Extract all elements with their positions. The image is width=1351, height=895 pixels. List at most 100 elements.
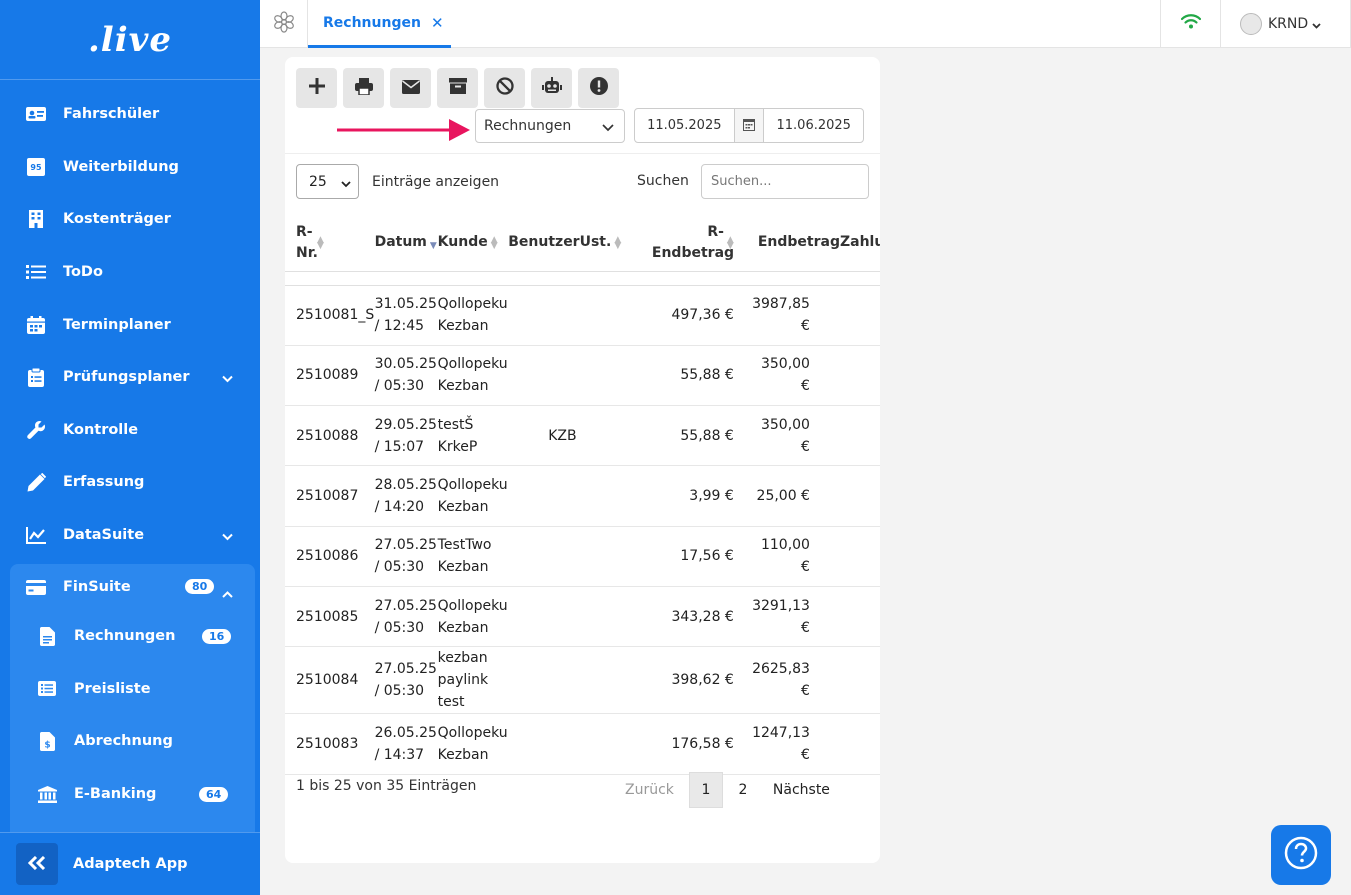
sidebar-item-weiterbildung[interactable]: 95 Weiterbildung	[0, 141, 260, 194]
sidebar-nav: Fahrschüler 95 Weiterbildung Kostenträge…	[0, 88, 260, 561]
add-button[interactable]	[296, 68, 337, 108]
table-row[interactable]: 2510081_S 31.05.25 / 12:45 Qollopeku Kez…	[285, 285, 880, 346]
table-row[interactable]: 2510085 27.05.25 / 05:30 Qollopeku Kezba…	[285, 586, 880, 648]
ban-icon	[495, 77, 514, 99]
column-header-r-nr[interactable]: R-Nr. ▲ ▼	[285, 215, 375, 271]
clipboard-icon	[26, 367, 46, 387]
date-from-field[interactable]: 11.05.2025	[635, 109, 734, 142]
logo[interactable]: .live	[0, 0, 260, 80]
page-size-control: 25 Einträge anzeigen	[296, 164, 499, 199]
home-tab[interactable]	[260, 0, 308, 47]
archive-icon	[448, 78, 467, 98]
calendar-button[interactable]	[733, 109, 765, 142]
table-info: 1 bis 25 von 35 Einträgen	[296, 778, 477, 794]
next-page-button[interactable]: Nächste	[773, 782, 830, 798]
annotation-arrow	[337, 117, 473, 145]
chevron-down-icon[interactable]	[222, 368, 233, 387]
column-header-kunde[interactable]: Kunde ▲ ▼	[438, 215, 509, 271]
collapse-sidebar-button[interactable]	[16, 843, 58, 885]
table-row[interactable]: 2510086 27.05.25 / 05:30 TestTwo Kezban …	[285, 526, 880, 587]
page-1-button[interactable]: 1	[688, 772, 723, 808]
column-header-endbetrag[interactable]: Endbetrag	[748, 215, 840, 271]
sidebar-item-pruefungsplaner[interactable]: Prüfungsplaner	[0, 351, 260, 404]
sidebar-item-kontrolle[interactable]: Kontrolle	[0, 404, 260, 457]
sort-icon: ▲ ▼	[490, 234, 498, 251]
table-row[interactable]: 2510089 30.05.25 / 05:30 Qollopeku Kezba…	[285, 345, 880, 407]
sidebar-item-e-banking[interactable]: E-Banking 64	[10, 768, 255, 821]
invoice-table: R-Nr. ▲ ▼ Datum ▼ Kunde ▲ ▼ Benutzer Ust. ▲ ▼ R…	[285, 215, 880, 775]
list-alt-icon	[37, 679, 57, 699]
automation-button[interactable]	[531, 68, 572, 108]
plus-icon	[308, 78, 325, 98]
close-tab-icon[interactable]: ✕	[431, 14, 444, 32]
pagination: Zurück 1 2 Nächste	[625, 772, 830, 808]
archive-button[interactable]	[437, 68, 478, 108]
badge-95-icon: 95	[26, 157, 46, 177]
print-icon	[354, 77, 373, 99]
sidebar-item-preisliste[interactable]: Preisliste	[10, 663, 255, 716]
file-dollar-icon: $	[37, 731, 57, 751]
date-range-picker: 11.05.2025 11.06.2025	[634, 108, 864, 143]
column-header-r-endbetrag[interactable]: R-Endbetrag ▲ ▼	[622, 215, 748, 271]
calendar-icon	[26, 315, 46, 335]
sidebar-footer: Adaptech App	[0, 832, 260, 895]
tab-rechnungen[interactable]: Rechnungen ✕	[308, 0, 451, 48]
chevron-up-icon[interactable]	[222, 583, 233, 602]
sidebar-item-todo[interactable]: ToDo	[0, 246, 260, 299]
sort-desc-icon: ▼	[429, 240, 437, 251]
e-banking-count-badge: 64	[199, 786, 229, 802]
sort-icon: ▲ ▼	[317, 234, 324, 251]
table-row[interactable]: 2510083 26.05.25 / 14:37 Qollopeku Kezba…	[285, 713, 880, 775]
sidebar-item-erfassung[interactable]: Erfassung	[0, 456, 260, 509]
sidebar-item-rechnungen[interactable]: Rechnungen 16	[10, 610, 255, 663]
sidebar-item-terminplaner[interactable]: Terminplaner	[0, 298, 260, 351]
invoice-list-card: Rechnungen 11.05.2025 11.06.2025 25 Eint…	[285, 57, 880, 863]
sidebar-item-finsuite[interactable]: FinSuite 80	[10, 564, 255, 610]
credit-card-icon	[26, 577, 46, 597]
file-invoice-icon	[37, 626, 57, 646]
table-row[interactable]: 2510087 28.05.25 / 14:20 Qollopeku Kezba…	[285, 465, 880, 527]
sidebar-item-abrechnung[interactable]: $ Abrechnung	[10, 715, 255, 768]
table-row[interactable]: 2510084 27.05.25 / 05:30 kezban paylink …	[285, 646, 880, 715]
avatar	[1240, 12, 1262, 35]
sort-icon: ▲ ▼	[614, 234, 622, 251]
flower-icon	[273, 10, 295, 37]
column-header-ust[interactable]: Ust. ▲ ▼	[580, 215, 622, 271]
chevron-down-icon	[1312, 14, 1321, 33]
exclamation-icon	[589, 77, 608, 99]
date-to-field[interactable]: 11.06.2025	[764, 109, 863, 142]
search-label: Suchen	[637, 173, 689, 189]
bank-icon	[37, 784, 57, 804]
user-menu[interactable]: KRND	[1240, 0, 1321, 47]
column-header-datum[interactable]: Datum ▼	[375, 215, 438, 271]
sidebar-item-fahrschueler[interactable]: Fahrschüler	[0, 88, 260, 141]
prev-page-button[interactable]: Zurück	[625, 782, 674, 798]
column-header-zahlung[interactable]: Zahlung	[840, 215, 880, 271]
building-icon	[26, 209, 46, 229]
pencil-icon	[26, 472, 46, 492]
sidebar-item-kostentraeger[interactable]: Kostenträger	[0, 193, 260, 246]
question-icon	[1284, 836, 1318, 874]
column-header-benutzer[interactable]: Benutzer	[508, 215, 579, 271]
print-button[interactable]	[343, 68, 384, 108]
app-link[interactable]: Adaptech App	[73, 856, 187, 872]
toolbar	[296, 68, 619, 108]
help-button[interactable]	[1271, 825, 1331, 885]
svg-text:95: 95	[30, 163, 42, 172]
page-2-button[interactable]: 2	[723, 782, 763, 798]
chevron-down-icon[interactable]	[222, 526, 233, 545]
cancel-button[interactable]	[484, 68, 525, 108]
list-icon	[26, 262, 46, 282]
table-row[interactable]: 2510088 29.05.25 / 15:07 testŠ KrkeP KZB…	[285, 405, 880, 467]
sidebar: .live Fahrschüler 95 Weiterbildung Koste…	[0, 0, 260, 895]
chevron-down-icon	[341, 176, 351, 192]
page-size-select[interactable]: 25	[296, 164, 359, 199]
search-input[interactable]: Suchen...	[701, 164, 869, 199]
sidebar-item-datasuite[interactable]: DataSuite	[0, 509, 260, 562]
envelope-icon	[401, 79, 420, 98]
wrench-icon	[26, 420, 46, 440]
connection-status	[1160, 0, 1221, 47]
document-type-select[interactable]: Rechnungen	[475, 109, 625, 143]
warning-button[interactable]	[578, 68, 619, 108]
email-button[interactable]	[390, 68, 431, 108]
